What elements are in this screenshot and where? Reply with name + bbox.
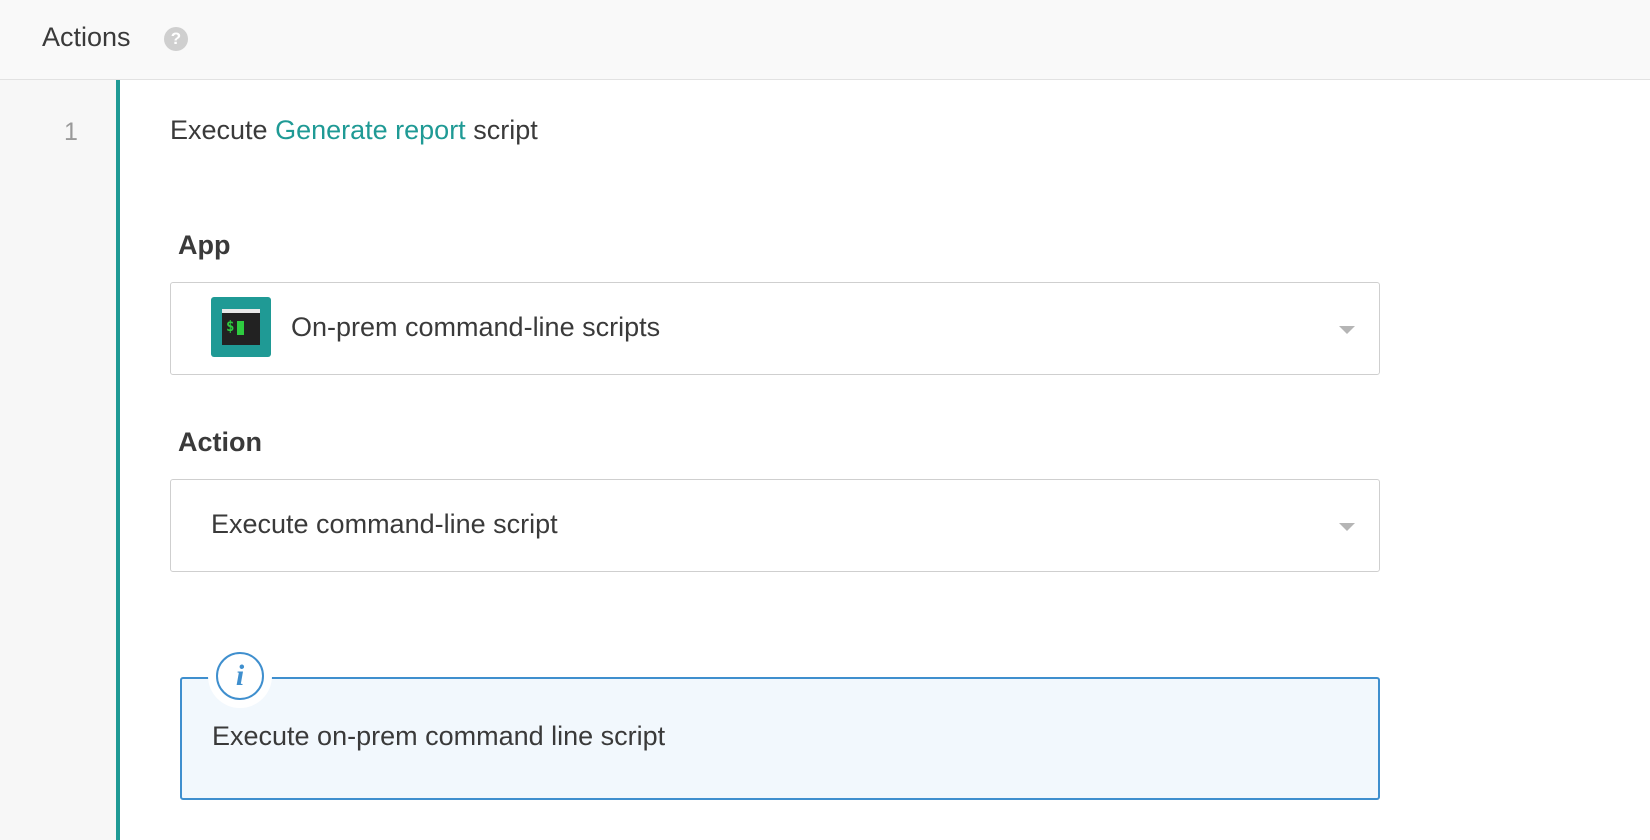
help-icon[interactable]: ? [164, 27, 188, 51]
script-name-link[interactable]: Generate report [275, 115, 466, 145]
info-callout: i Execute on-prem command line script [180, 652, 1380, 800]
actions-header: Actions ? [0, 0, 1650, 80]
step-title-prefix: Execute [170, 115, 268, 145]
action-step-card: Execute Generate report script App $ On-… [116, 80, 1650, 840]
chevron-down-icon[interactable] [1339, 523, 1355, 531]
action-select[interactable]: Execute command-line script [170, 479, 1380, 572]
page-title: Actions [42, 22, 131, 52]
chevron-down-icon[interactable] [1339, 326, 1355, 334]
app-select[interactable]: $ On-prem command-line scripts [170, 282, 1380, 375]
step-number: 1 [64, 118, 78, 146]
app-field-label: App [178, 230, 231, 260]
info-icon: i [216, 652, 264, 700]
terminal-app-icon: $ [211, 297, 271, 357]
step-title: Execute Generate report script [170, 115, 538, 146]
cursor-block [237, 321, 244, 335]
action-select-value: Execute command-line script [211, 509, 558, 539]
prompt-symbol: $ [226, 319, 235, 335]
app-select-value: On-prem command-line scripts [291, 312, 661, 342]
action-field-label: Action [178, 427, 262, 457]
terminal-window-icon: $ [222, 309, 260, 345]
info-text: Execute on-prem command line script [212, 721, 666, 751]
step-title-suffix: script [473, 115, 538, 145]
